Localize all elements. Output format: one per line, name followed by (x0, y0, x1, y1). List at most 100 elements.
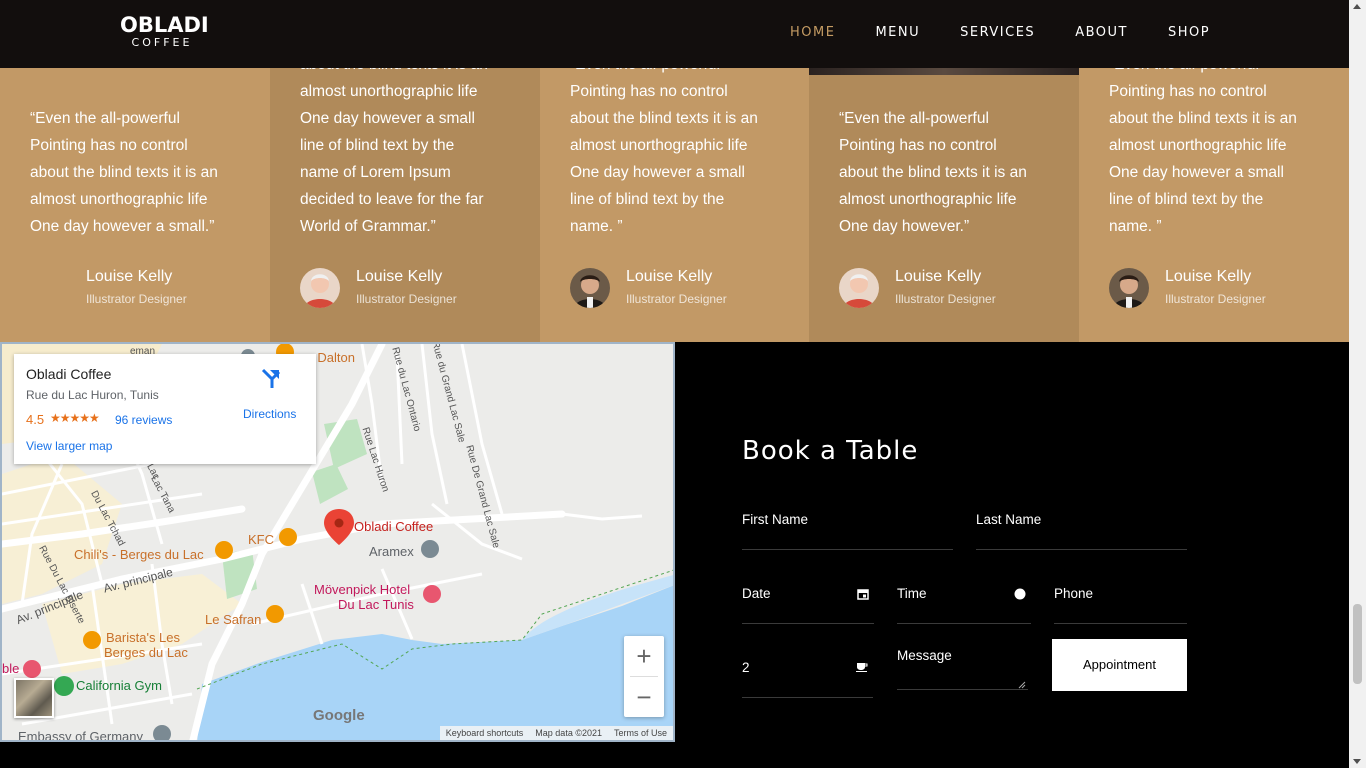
time-placeholder: Time (897, 586, 927, 601)
calendar-icon[interactable] (857, 588, 869, 603)
nav-item-services[interactable]: SERVICES (960, 25, 1035, 40)
place-rating: 4.5 (26, 412, 45, 427)
author-name: Louise Kelly (1165, 268, 1252, 285)
author-role: Illustrator Designer (1165, 292, 1266, 306)
appointment-button[interactable]: Appointment (1052, 639, 1187, 691)
place-address: Rue du Lac Huron, Tunis (26, 388, 159, 402)
quote-line: One day however a small (570, 164, 745, 181)
quote-line: Pointing has no control (570, 83, 728, 100)
testimonial-author: Louise Kelly Illustrator Designer (1109, 266, 1339, 310)
poi-movenpick-line2[interactable]: Du Lac Tunis (338, 597, 414, 612)
map-data-text: Map data ©2021 (535, 728, 602, 738)
nav-item-about[interactable]: ABOUT (1075, 25, 1128, 40)
guests-field[interactable]: 2 (742, 658, 873, 698)
satellite-toggle[interactable] (14, 678, 54, 718)
testimonial-quote: “Even the all-powerful Pointing has no c… (1109, 51, 1329, 240)
first-name-placeholder: First Name (742, 512, 809, 527)
quote-line: name. ” (1109, 218, 1162, 235)
zoom-controls: + − (624, 636, 664, 717)
quote-line: almost unorthographic life (1109, 137, 1287, 154)
quote-line: line of blind text by the (300, 137, 455, 154)
google-logo: Google (313, 707, 365, 724)
avatar (839, 268, 879, 308)
quote-line: name of Lorem Ipsum (300, 164, 451, 181)
quote-line: almost unorthographic life (570, 137, 748, 154)
poi-kfc[interactable]: KFC (248, 532, 274, 547)
scroll-thumb[interactable] (1353, 604, 1362, 684)
author-name: Louise Kelly (86, 268, 173, 285)
avatar (570, 268, 610, 308)
quote-line: One day however a small.” (30, 218, 215, 235)
terms-of-use-link[interactable]: Terms of Use (608, 726, 673, 740)
quote-line: almost unorthographic life (30, 191, 208, 208)
author-name: Louise Kelly (626, 268, 713, 285)
testimonial-author: Louise Kelly Illustrator Designer (30, 266, 260, 310)
poi-le-safran[interactable]: Le Safran (205, 612, 261, 627)
testimonials-section: “Even the all-powerful Pointing has no c… (0, 56, 1349, 342)
first-name-field[interactable]: First Name (742, 510, 953, 550)
quote-line: World of Grammar.” (300, 218, 436, 235)
date-placeholder: Date (742, 586, 771, 601)
nav-item-shop[interactable]: SHOP (1168, 25, 1210, 40)
quote-line: almost unorthographic life (839, 191, 1017, 208)
quote-line: Pointing has no control (839, 137, 997, 154)
poi-barista-line1[interactable]: Barista's Les (106, 630, 180, 645)
last-name-placeholder: Last Name (976, 512, 1042, 527)
author-role: Illustrator Designer (895, 292, 996, 306)
reviews-link[interactable]: 96 reviews (115, 413, 172, 427)
page-scrollbar[interactable] (1349, 0, 1366, 768)
message-textarea[interactable]: Message (897, 646, 1028, 690)
google-map[interactable]: Obladi Coffee es Dalton KFC Chili's - Be… (0, 342, 675, 742)
testimonial-author: Louise Kelly Illustrator Designer (300, 266, 530, 310)
last-name-field[interactable]: Last Name (976, 510, 1187, 550)
testimonial-author: Louise Kelly Illustrator Designer (839, 266, 1069, 310)
main-menu: HOME MENU SERVICES ABOUT SHOP (790, 25, 1250, 40)
author-name: Louise Kelly (895, 268, 982, 285)
scroll-down-arrow-icon[interactable] (1353, 759, 1361, 764)
testimonial-card: “Even the all-powerful Pointing has no c… (1079, 56, 1349, 342)
quote-line: about the blind texts it is an (839, 164, 1027, 181)
testimonial-quote: “Even the all-powerful Pointing has no c… (570, 51, 790, 240)
page: OBLADI COFFEE HOME MENU SERVICES ABOUT S… (0, 0, 1366, 768)
testimonial-quote: “Even the all-powerful Pointing has no c… (30, 105, 250, 240)
author-role: Illustrator Designer (626, 292, 727, 306)
poi-aramex[interactable]: Aramex (369, 544, 414, 559)
directions-link[interactable]: Directions (243, 407, 296, 421)
poi-barista-line2[interactable]: Berges du Lac (104, 645, 188, 660)
quote-line: about the blind texts it is an (1109, 110, 1297, 127)
quote-line: “Even the all-powerful (30, 110, 180, 127)
map-attribution: Keyboard shortcuts Map data ©2021 Terms … (439, 726, 673, 740)
poi-obladi-coffee[interactable]: Obladi Coffee (354, 519, 433, 534)
poi-movenpick-line1[interactable]: Mövenpick Hotel (314, 582, 410, 597)
quote-line: about the blind texts it is an (570, 110, 758, 127)
booking-section: Book a Table First Name Last Name Date T… (675, 342, 1349, 768)
brand-logo[interactable]: OBLADI COFFEE (120, 13, 209, 50)
view-larger-map-link[interactable]: View larger map (26, 439, 112, 453)
keyboard-shortcuts-link[interactable]: Keyboard shortcuts (440, 726, 530, 740)
zoom-in-button[interactable]: + (624, 636, 664, 676)
author-role: Illustrator Designer (356, 292, 457, 306)
time-field[interactable]: Time (897, 584, 1031, 624)
quote-line: about the blind texts it is an (30, 164, 218, 181)
poi-embassy-germany[interactable]: Embassy of Germany (18, 729, 143, 740)
nav-item-menu[interactable]: MENU (875, 25, 920, 40)
testimonial-quote: about the blind texts it is an almost un… (300, 51, 520, 240)
coffee-cup-icon (856, 660, 868, 675)
poi-hotel-partial[interactable]: ble (2, 661, 19, 676)
poi-chilis[interactable]: Chili's - Berges du Lac (74, 547, 204, 562)
resize-handle-icon[interactable] (1018, 680, 1026, 692)
nav-item-home[interactable]: HOME (790, 25, 835, 40)
poi-california-gym[interactable]: California Gym (76, 678, 162, 693)
rating-stars-icon: ★★★★★ (50, 411, 100, 425)
place-info-card: Obladi Coffee Rue du Lac Huron, Tunis 4.… (14, 354, 316, 464)
phone-field[interactable]: Phone (1054, 584, 1187, 624)
clock-icon[interactable] (1014, 588, 1026, 603)
brand-name: OBLADI (120, 13, 209, 37)
scroll-up-arrow-icon[interactable] (1353, 4, 1361, 9)
quote-line: “Even the all-powerful (839, 110, 989, 127)
testimonial-card: “Even the all-powerful Pointing has no c… (809, 68, 1079, 342)
zoom-out-button[interactable]: − (624, 677, 664, 717)
testimonial-quote: “Even the all-powerful Pointing has no c… (839, 105, 1059, 240)
place-title: Obladi Coffee (26, 366, 112, 382)
date-field[interactable]: Date (742, 584, 874, 624)
